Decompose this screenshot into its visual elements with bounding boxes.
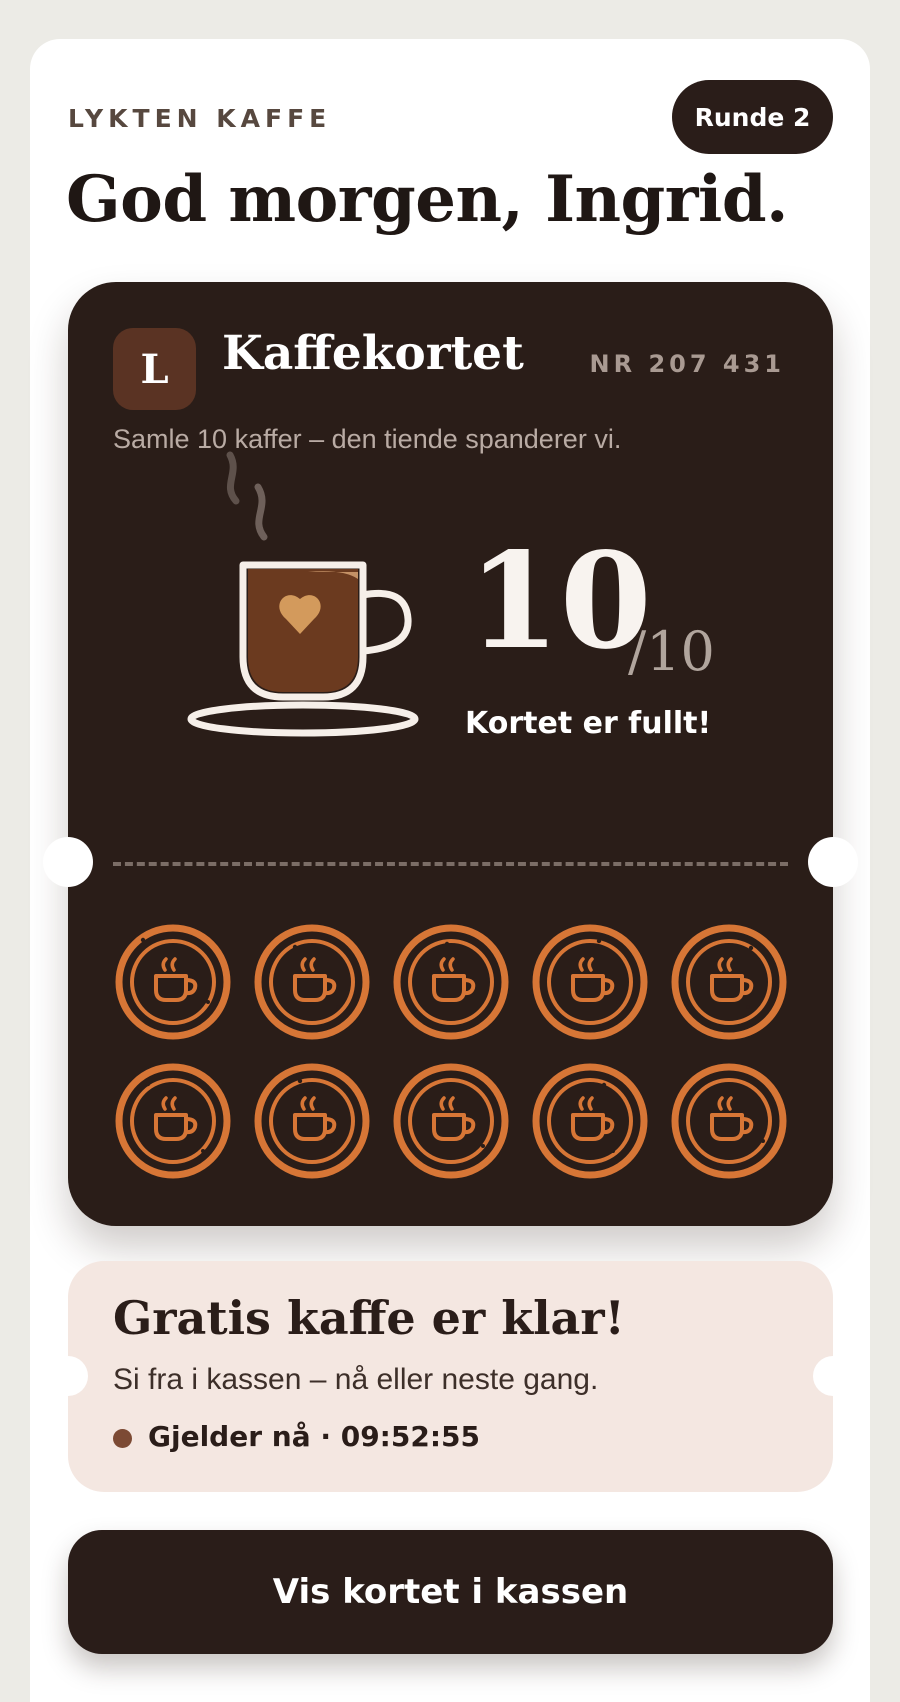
card-notch-left [43, 837, 93, 887]
stamp-filled [532, 1063, 648, 1179]
status-dot-icon [113, 1429, 132, 1448]
card-number: NR 207 431 [589, 350, 785, 378]
show-card-button[interactable]: Vis kortet i kassen [68, 1530, 833, 1654]
reward-ticket: Gratis kaffe er klar! Si fra i kassen – … [68, 1261, 833, 1492]
stamp-grid [113, 922, 793, 1182]
reward-validity: Gjelder nå · 09:52:55 [148, 1420, 481, 1453]
card-status: Kortet er fullt! [465, 706, 712, 741]
stamp-filled [532, 924, 648, 1040]
coffee-cup-icon [187, 451, 419, 737]
stamp-count: 10 [468, 524, 652, 679]
ticket-notch-right [813, 1356, 833, 1396]
reward-subtitle: Si fra i kassen – nå eller neste gang. [113, 1363, 599, 1396]
cafe-logo: L [113, 328, 196, 410]
card-notch-right [808, 837, 858, 887]
stamp-filled [254, 1063, 370, 1179]
stamp-filled [115, 1063, 231, 1179]
stamp-filled [671, 924, 787, 1040]
reward-title: Gratis kaffe er klar! [113, 1291, 625, 1345]
perforation-line [113, 862, 788, 866]
greeting-title: God morgen, Ingrid. [66, 162, 788, 237]
stamp-filled [115, 924, 231, 1040]
round-badge[interactable]: Runde 2 [672, 80, 833, 154]
loyalty-card: L Kaffekortet NR 207 431 Samle 10 kaffer… [43, 282, 858, 1226]
stamp-filled [254, 924, 370, 1040]
stamp-filled [671, 1063, 787, 1179]
stamp-filled [393, 1063, 509, 1179]
stamp-filled [393, 924, 509, 1040]
card-title: Kaffekortet [222, 326, 524, 381]
brand-name: LYKTEN KAFFE [68, 104, 332, 133]
stamp-total: /10 [628, 620, 715, 683]
ticket-notch-left [68, 1356, 88, 1396]
